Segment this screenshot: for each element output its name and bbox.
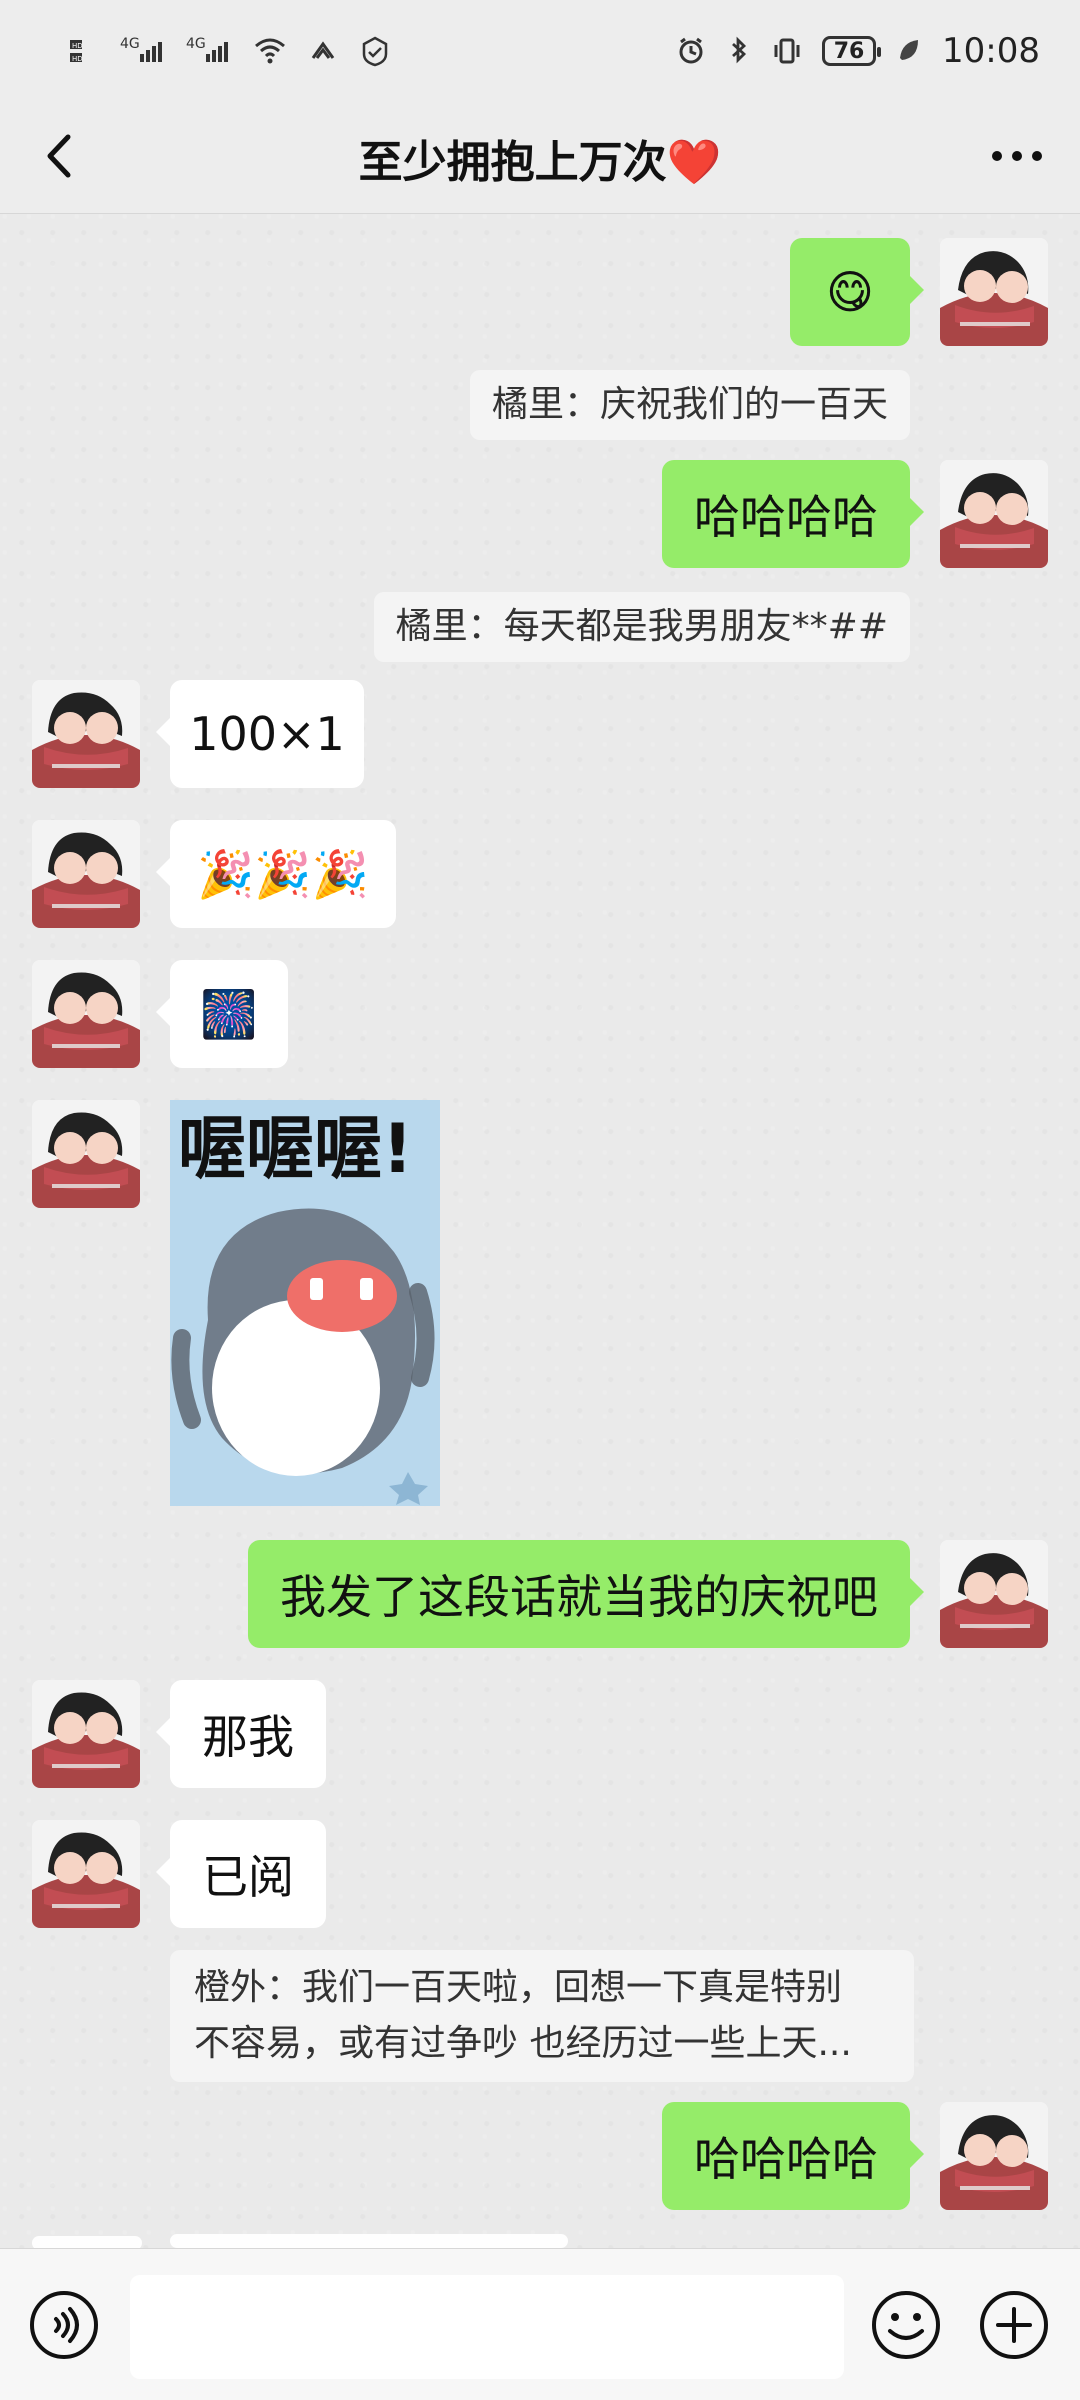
avatar-image [32,1820,140,1928]
chat-input-bar [0,2248,1080,2400]
message-text: 100×1 [189,707,345,761]
quoted-message: 橘里：每天都是我男朋友**## [373,592,910,662]
quoted-message: 橙外：我们一百天啦，回想一下真是特别 不容易，或有过争吵 也经历过一些上天... [170,1950,914,2082]
message-text: 🎆 [200,986,258,1041]
message-text: 哈哈哈哈 [694,2132,878,2186]
chat-bubble-received[interactable]: 100×1 [156,680,364,788]
clock-time: 10:08 [942,31,1040,71]
chat-bubble-sent[interactable]: 我发了这段话就当我的庆祝吧 [248,1540,924,1648]
bluetooth-icon [726,34,752,68]
quoted-message: 橘里：庆祝我们的一百天 [469,370,910,440]
chat-bubble-received[interactable]: 🎆 [156,960,288,1068]
svg-text:HD: HD [72,55,83,63]
add-button[interactable] [978,2289,1050,2361]
svg-text:喔喔喔!: 喔喔喔! [178,1110,413,1189]
leaf-icon [894,34,924,68]
avatar-image [940,460,1048,568]
message-text: 那我 [202,1710,294,1764]
message-row: 🎆 [0,960,1080,1068]
wifi-icon [252,34,288,68]
chat-bubble-sent[interactable]: 哈哈哈哈 [662,2102,924,2210]
chat-title: 至少拥抱上万次❤️ [358,136,722,188]
plus-icon [980,2291,1048,2359]
alarm-icon [674,34,708,68]
message-text: 已阅 [202,1850,294,1904]
message-row: 哈哈哈哈 [0,2102,1080,2210]
emoji-icon [872,2291,940,2359]
message-row: 🎉🎉🎉 [0,820,1080,928]
cellular-signal-2-icon: 4G [186,34,234,68]
partial-avatar [32,2236,142,2248]
emoji-button[interactable] [870,2289,942,2361]
message-row: 100×1 [0,680,1080,788]
battery-indicator: 76 [822,36,882,66]
chat-title-bar: 至少拥抱上万次❤️ [0,102,1080,214]
avatar-contact[interactable] [32,960,140,1068]
avatar-self[interactable] [940,2102,1048,2210]
more-button[interactable] [982,126,1052,186]
avatar-self[interactable] [940,238,1048,346]
avatar-contact[interactable] [32,680,140,788]
penguin-sticker: 喔喔喔! [170,1100,440,1506]
avatar-self[interactable] [940,1540,1048,1648]
svg-text:4G: 4G [120,36,140,52]
avatar-self[interactable] [940,460,1048,568]
message-row: 哈哈哈哈 橘里：每天都是我男朋友**## [0,460,1080,662]
partial-message [170,2234,568,2248]
voice-button[interactable] [28,2289,100,2361]
avatar-contact[interactable] [32,1100,140,1208]
svg-text:4G: 4G [186,36,206,52]
status-right: 76 10:08 [674,31,1040,71]
quote-line-1: 橙外：我们一百天啦，回想一下真是特别 [194,1967,843,2008]
avatar-image [32,1100,140,1208]
chat-bubble-sent[interactable]: 哈哈哈哈 [662,460,924,568]
nfc-icon [306,34,340,68]
avatar-image [940,1540,1048,1648]
avatar-contact[interactable] [32,820,140,928]
avatar-image [32,820,140,928]
back-button[interactable] [30,126,90,186]
more-dots-icon [992,151,1042,161]
chat-bubble-received[interactable]: 那我 [156,1680,326,1788]
chat-area[interactable]: 😋 橘里：庆祝我们的一百天 哈哈哈哈 橘里：每天都是我男朋友**## 100×1… [0,214,1080,2248]
shield-icon [358,34,392,68]
message-row: 喔喔喔! [0,1100,1080,1510]
sticker-image[interactable]: 喔喔喔! [170,1100,440,1506]
avatar-image [940,2102,1048,2210]
message-text: 哈哈哈哈 [694,490,878,544]
message-row: 我发了这段话就当我的庆祝吧 [0,1540,1080,1648]
message-row: 那我 [0,1680,1080,1788]
hd-signal-icon: HD HD [68,34,102,68]
chevron-left-icon [47,134,71,178]
avatar-contact[interactable] [32,1820,140,1928]
voice-icon [30,2291,98,2359]
svg-text:HD: HD [72,42,83,50]
message-row: 😋 橘里：庆祝我们的一百天 [0,238,1080,440]
emoji-text: 😋 [826,265,874,319]
vibration-icon [770,34,804,68]
message-input[interactable] [130,2275,844,2379]
message-text: 🎉🎉🎉 [197,846,369,901]
chat-bubble-sent[interactable]: 😋 [790,238,924,346]
chat-bubble-received[interactable]: 已阅 [156,1820,326,1928]
quote-line-2: 不容易，或有过争吵 也经历过一些上天... [194,2023,852,2064]
status-left: HD HD 4G 4G [68,34,392,68]
cellular-signal-1-icon: 4G [120,34,168,68]
chat-bubble-received[interactable]: 🎉🎉🎉 [156,820,396,928]
status-bar: HD HD 4G 4G 76 10:08 [0,0,1080,102]
message-row: 已阅 橙外：我们一百天啦，回想一下真是特别 不容易，或有过争吵 也经历过一些上天… [0,1820,1080,2082]
avatar-image [32,960,140,1068]
avatar-contact[interactable] [32,1680,140,1788]
avatar-image [940,238,1048,346]
avatar-image [32,1680,140,1788]
message-text: 我发了这段话就当我的庆祝吧 [280,1570,878,1624]
avatar-image [32,680,140,788]
